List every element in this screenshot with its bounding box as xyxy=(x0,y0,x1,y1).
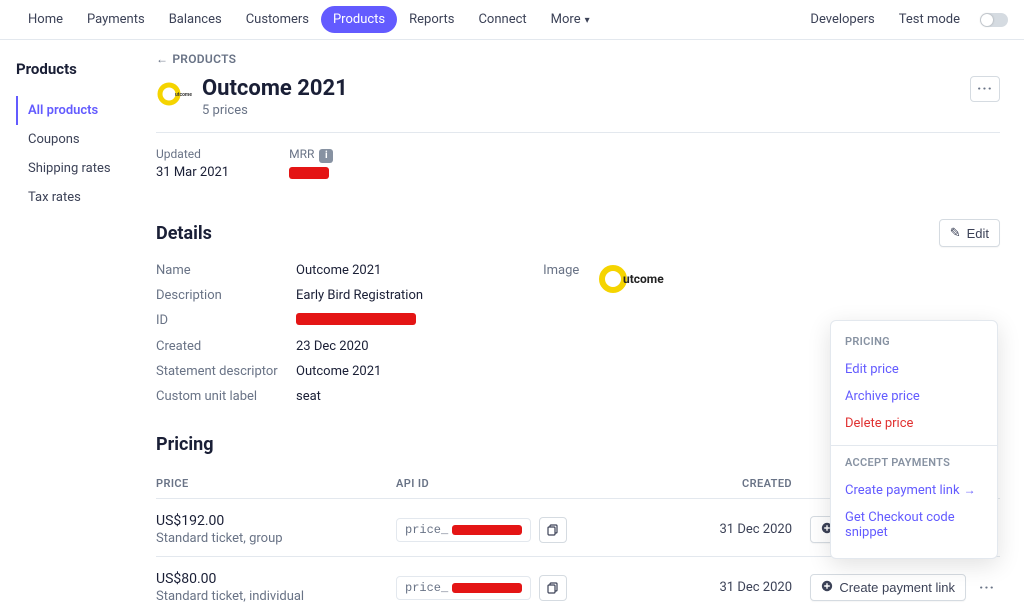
pricing-heading: Pricing xyxy=(156,434,213,455)
price-created: 31 Dec 2020 xyxy=(680,522,800,537)
copy-button[interactable] xyxy=(539,575,567,601)
updated-value: 31 Mar 2021 xyxy=(156,165,229,180)
back-link[interactable]: ←PRODUCTS xyxy=(156,52,1000,66)
nav-developers[interactable]: Developers xyxy=(798,6,886,33)
sidebar-item-all-products[interactable]: All products xyxy=(16,96,156,125)
product-subtitle: 5 prices xyxy=(202,103,348,118)
sidebar-item-shipping-rates[interactable]: Shipping rates xyxy=(16,154,156,183)
top-nav: Home Payments Balances Customers Product… xyxy=(0,0,1024,40)
checkout-snippet-link[interactable]: Get Checkout code snippet xyxy=(831,504,997,546)
nav-customers[interactable]: Customers xyxy=(234,6,321,33)
pencil-icon: ✎ xyxy=(950,225,961,241)
detail-unit-label: Custom unit label xyxy=(156,389,296,404)
col-created: CREATED xyxy=(680,477,800,490)
price-amount: US$192.00 xyxy=(156,513,396,529)
nav-reports[interactable]: Reports xyxy=(397,6,466,33)
col-api: API ID xyxy=(396,477,680,490)
detail-desc-value: Early Bird Registration xyxy=(296,288,423,303)
detail-name-label: Name xyxy=(156,263,296,278)
api-id-chip[interactable]: price_ xyxy=(396,518,531,542)
price-desc: Standard ticket, individual xyxy=(156,589,396,604)
api-id-chip[interactable]: price_ xyxy=(396,576,531,600)
price-amount: US$80.00 xyxy=(156,571,396,587)
sidebar: Products All products Coupons Shipping r… xyxy=(0,40,156,614)
edit-price-link[interactable]: Edit price xyxy=(831,356,997,383)
sidebar-title: Products xyxy=(16,60,156,78)
updated-label: Updated xyxy=(156,147,229,161)
table-row: US$80.00 Standard ticket, individual pri… xyxy=(156,557,1000,614)
archive-price-link[interactable]: Archive price xyxy=(831,383,997,410)
product-header: utcome Outcome 2021 5 prices ··· xyxy=(156,76,1000,133)
nav-products[interactable]: Products xyxy=(321,6,397,33)
nav-home[interactable]: Home xyxy=(16,6,75,33)
nav-payments[interactable]: Payments xyxy=(75,6,157,33)
copy-button[interactable] xyxy=(539,517,567,543)
nav-test-mode: Test mode xyxy=(887,6,972,33)
mrr-label: MRR i xyxy=(289,147,333,163)
detail-stmt-value: Outcome 2021 xyxy=(296,364,423,379)
nav-more[interactable]: More▾ xyxy=(539,6,602,33)
popover-group-accept: ACCEPT PAYMENTS xyxy=(831,454,997,477)
detail-created-label: Created xyxy=(156,339,296,354)
arrow-right-icon: → xyxy=(964,483,976,497)
popover-group-pricing: PRICING xyxy=(831,333,997,356)
row-actions-popover: PRICING Edit price Archive price Delete … xyxy=(830,320,998,559)
edit-button[interactable]: ✎Edit xyxy=(939,219,1000,247)
detail-unit-value: seat xyxy=(296,389,423,404)
test-mode-toggle[interactable] xyxy=(980,13,1008,27)
detail-id-value xyxy=(296,313,423,329)
chevron-down-icon: ▾ xyxy=(585,15,590,26)
detail-name-value: Outcome 2021 xyxy=(296,263,423,278)
col-price: PRICE xyxy=(156,477,396,490)
detail-stmt-label: Statement descriptor xyxy=(156,364,296,379)
svg-text:utcome: utcome xyxy=(623,272,664,286)
detail-desc-label: Description xyxy=(156,288,296,303)
sidebar-item-tax-rates[interactable]: Tax rates xyxy=(16,183,156,212)
detail-image-label: Image xyxy=(543,263,579,278)
product-logo: utcome xyxy=(156,76,192,112)
create-payment-link-link[interactable]: Create payment link→ xyxy=(831,477,997,504)
details-heading: Details xyxy=(156,223,212,244)
product-title: Outcome 2021 xyxy=(202,76,348,101)
row-more-button[interactable]: ··· xyxy=(974,576,1000,600)
plus-circle-icon xyxy=(821,580,833,595)
delete-price-link[interactable]: Delete price xyxy=(831,410,997,437)
info-icon[interactable]: i xyxy=(319,149,333,163)
product-more-button[interactable]: ··· xyxy=(970,76,1000,102)
price-desc: Standard ticket, group xyxy=(156,531,396,546)
detail-created-value: 23 Dec 2020 xyxy=(296,339,423,354)
sidebar-item-coupons[interactable]: Coupons xyxy=(16,125,156,154)
detail-image: utcome xyxy=(599,263,689,299)
mrr-value xyxy=(289,167,333,183)
nav-balances[interactable]: Balances xyxy=(157,6,234,33)
arrow-left-icon: ← xyxy=(156,52,168,66)
create-payment-link-button[interactable]: Create payment link xyxy=(810,574,966,601)
svg-text:utcome: utcome xyxy=(175,92,192,98)
price-created: 31 Dec 2020 xyxy=(680,580,800,595)
detail-id-label: ID xyxy=(156,313,296,329)
nav-connect[interactable]: Connect xyxy=(466,6,538,33)
